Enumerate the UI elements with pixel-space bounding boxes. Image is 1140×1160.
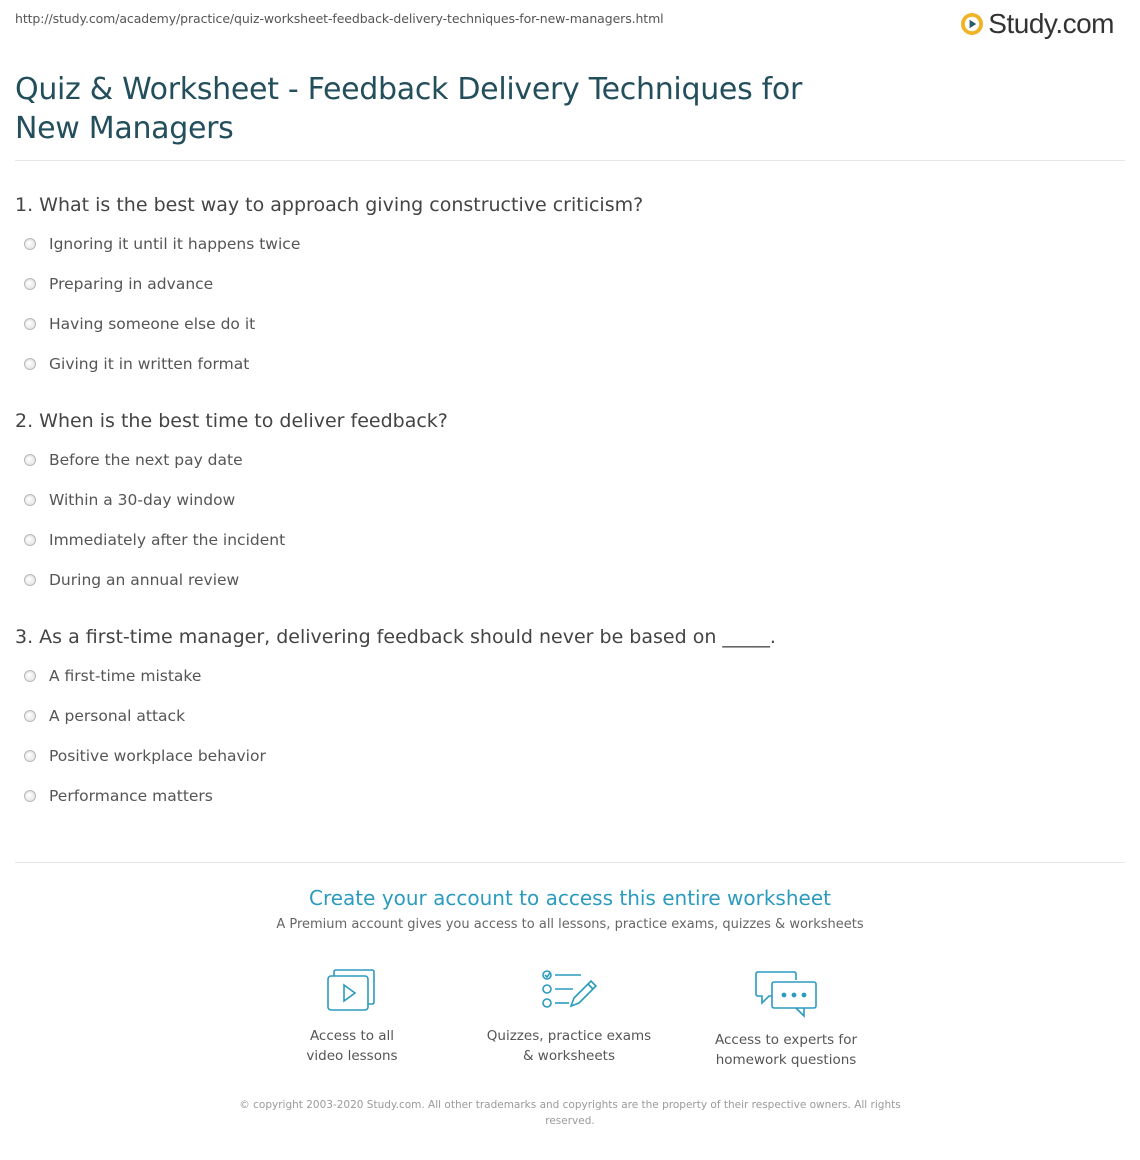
question-3: 3. As a first-time manager, delivering f… <box>15 622 1125 816</box>
page-title: Quiz & Worksheet - Feedback Delivery Tec… <box>15 72 802 146</box>
answer-option[interactable]: Having someone else do it <box>15 304 1125 344</box>
page-url[interactable]: http://study.com/academy/practice/quiz-w… <box>15 11 664 26</box>
copyright-notice: © copyright 2003-2020 Study.com. All oth… <box>239 1099 901 1127</box>
radio-button[interactable] <box>24 454 36 466</box>
quiz-divider <box>15 862 1125 863</box>
question-text: 3. As a first-time manager, delivering f… <box>15 626 776 648</box>
radio-button[interactable] <box>24 494 36 506</box>
radio-button[interactable] <box>24 670 36 682</box>
feature-text: Access to experts for homework questions <box>714 1032 857 1068</box>
radio-button[interactable] <box>24 534 36 546</box>
create-account-link[interactable]: Create your account to access this entir… <box>0 886 1140 910</box>
feature-text: Quizzes, practice exams & worksheets <box>486 1028 652 1064</box>
radio-button[interactable] <box>24 750 36 762</box>
option-label: During an annual review <box>49 571 240 589</box>
question-text: 2. When is the best time to deliver feed… <box>15 410 448 432</box>
answer-option[interactable]: During an annual review <box>15 560 1125 600</box>
question-text: 1. What is the best way to approach givi… <box>15 194 644 216</box>
feature-video-lessons: Access to all video lessons <box>252 968 452 1066</box>
answer-option[interactable]: Within a 30-day window <box>15 480 1125 520</box>
study-logo[interactable]: Study.com <box>960 8 1114 40</box>
answer-option[interactable]: Performance matters <box>15 776 1125 816</box>
play-circle-logo-icon <box>961 13 984 35</box>
radio-button[interactable] <box>24 790 36 802</box>
answer-option[interactable]: Before the next pay date <box>15 440 1125 480</box>
answer-option[interactable]: A first-time mistake <box>15 656 1125 696</box>
radio-button[interactable] <box>24 358 36 370</box>
answer-option[interactable]: Ignoring it until it happens twice <box>15 224 1125 264</box>
option-label: Immediately after the incident <box>49 531 286 549</box>
answer-option[interactable]: Positive workplace behavior <box>15 736 1125 776</box>
option-label: Within a 30-day window <box>49 491 236 509</box>
radio-button[interactable] <box>24 278 36 290</box>
option-label: A personal attack <box>49 707 186 725</box>
question-2: 2. When is the best time to deliver feed… <box>15 406 1125 600</box>
option-label: Performance matters <box>49 787 213 805</box>
question-1: 1. What is the best way to approach givi… <box>15 190 1125 384</box>
feature-text: Access to all video lessons <box>306 1028 398 1064</box>
expert-chat-icon <box>755 971 817 1018</box>
quiz-checklist-icon <box>542 970 597 1008</box>
logo-text: Study.com <box>988 8 1114 39</box>
answer-option[interactable]: Preparing in advance <box>15 264 1125 304</box>
option-label: Ignoring it until it happens twice <box>49 235 301 253</box>
option-label: Giving it in written format <box>49 355 250 373</box>
answer-option[interactable]: A personal attack <box>15 696 1125 736</box>
video-lessons-icon <box>327 969 375 1011</box>
option-label: Positive workplace behavior <box>49 747 266 765</box>
radio-button[interactable] <box>24 710 36 722</box>
option-label: Having someone else do it <box>49 315 256 333</box>
feature-quizzes: Quizzes, practice exams & worksheets <box>469 968 669 1066</box>
radio-button[interactable] <box>24 238 36 250</box>
premium-description: A Premium account gives you access to al… <box>276 917 864 932</box>
feature-experts: Access to experts for homework questions <box>686 968 886 1070</box>
title-divider <box>15 160 1125 161</box>
option-label: A first-time mistake <box>49 667 202 685</box>
page-header: http://study.com/academy/practice/quiz-w… <box>0 0 1140 44</box>
radio-button[interactable] <box>24 574 36 586</box>
quiz-questions: 1. What is the best way to approach givi… <box>15 190 1125 816</box>
option-label: Preparing in advance <box>49 275 214 293</box>
answer-option[interactable]: Immediately after the incident <box>15 520 1125 560</box>
answer-option[interactable]: Giving it in written format <box>15 344 1125 384</box>
option-label: Before the next pay date <box>49 451 243 469</box>
radio-button[interactable] <box>24 318 36 330</box>
